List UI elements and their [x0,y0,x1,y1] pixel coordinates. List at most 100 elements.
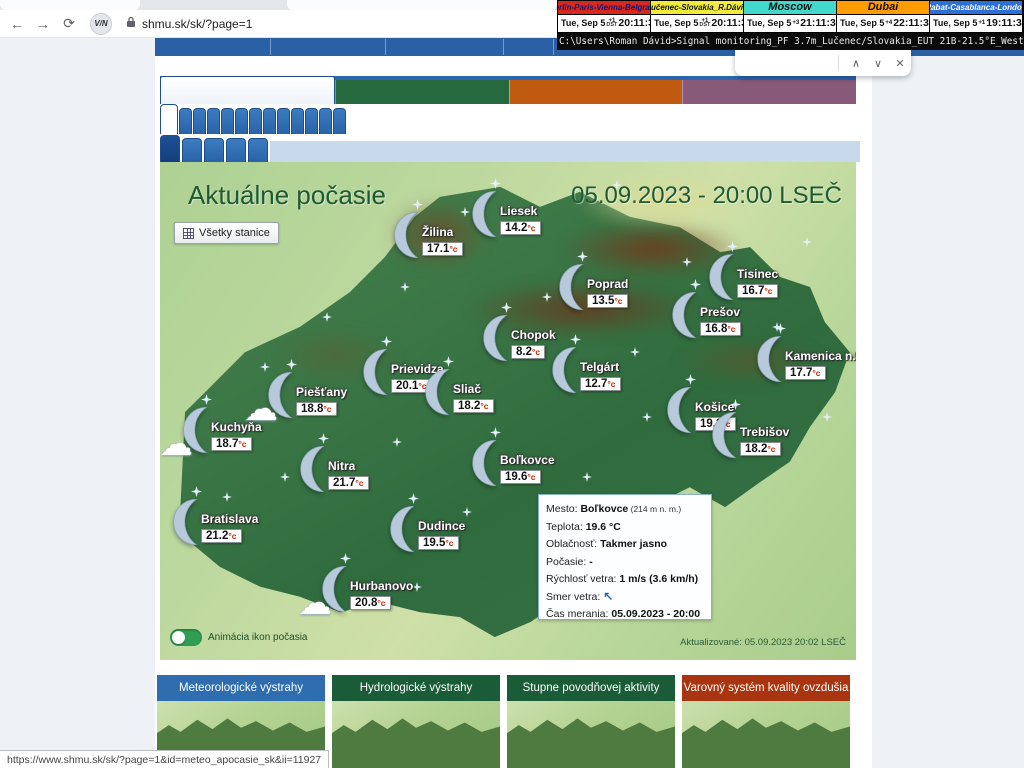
weather-station[interactable]: ☁ Dudince 19.5°c [418,519,465,551]
toggle-knob [172,631,185,644]
sub-tab[interactable] [249,108,262,134]
animation-toggle[interactable] [170,629,202,646]
sub-tab[interactable] [333,108,346,134]
weather-station[interactable]: ☁ Bratislava 21.2°c [201,512,258,544]
weather-station[interactable]: ☁ Liesek 14.2°c [500,204,541,236]
weather-station[interactable]: ☁ Kuchyňa 18.7°c [211,420,262,452]
region-tab[interactable] [248,138,268,162]
weather-station[interactable]: ☁ Prešov 16.8°c [700,305,741,337]
station-temperature: 16.7°c [737,284,778,298]
weather-station[interactable]: ☁ Telgárt 12.7°c [580,360,621,392]
sub-tab[interactable] [179,108,192,134]
sub-tab[interactable] [160,104,178,134]
clock-date: Tue, Sep 5 [933,18,977,28]
weather-station[interactable]: ☁ Sliač 18.2°c [453,382,494,414]
sub-tab[interactable] [235,108,248,134]
station-name: Liesek [500,204,541,218]
findbar-divider [838,55,839,71]
sub-tab[interactable] [193,108,206,134]
clock-date: Tue, Sep 5 [561,18,605,28]
station-temperature: 18.2°c [453,399,494,413]
region-tab[interactable] [204,138,224,162]
lock-icon[interactable] [126,15,136,33]
region-tab[interactable] [160,135,180,162]
warning-card-title[interactable]: Stupne povodňovej aktivity [507,675,675,701]
weather-station[interactable]: ☁ Poprad 13.5°c [587,277,628,309]
find-previous-button[interactable]: ∧ [845,53,867,73]
region-tab[interactable] [182,138,202,162]
weather-station[interactable]: ☁ Kamenica n.C. 17.7°c [785,349,856,381]
station-name: Tisinec [737,267,778,281]
station-temperature: 20.8°c [350,596,391,610]
station-temperature: 19.5°c [418,536,459,550]
warning-card-title[interactable]: Hydrologické výstrahy [332,675,500,701]
main-tab[interactable] [509,80,683,104]
station-name: Dudince [418,519,465,533]
clock-time-row: Tue, Sep 5 +1DST 20:11:37 [558,15,650,32]
sub-tab[interactable] [207,108,220,134]
clock-time-row: Tue, Sep 5 +1DST 20:11:37 [651,15,743,32]
updated-timestamp: Aktualizované: 05.09.2023 20:02 LSEČ [680,637,846,648]
info-row: Počasie: - [546,553,704,571]
forward-button[interactable]: → [34,15,52,33]
world-clock-overlay: Berlin-Paris-Vienna-Belgrade Tue, Sep 5 … [557,0,1024,33]
sub-tab[interactable] [277,108,290,134]
all-stations-label: Všetky stanice [199,227,270,239]
info-row: Smer vetra: ↖ [546,588,704,606]
warning-card-map[interactable] [332,701,500,768]
wind-direction-icon: ↖ [603,589,613,603]
moon-icon [661,384,701,436]
main-tab[interactable] [335,80,509,104]
moon-icon [703,251,743,303]
region-tabs-filler [270,141,860,162]
warning-card-title[interactable]: Meteorologické výstrahy [157,675,325,701]
weather-station[interactable]: ☁ Trebišov 18.2°c [740,425,789,457]
browser-tab[interactable] [287,0,557,10]
star-icon [822,412,832,422]
moon-icon [553,261,593,313]
weather-map[interactable]: Aktuálne počasie 05.09.2023 - 20:00 LSEČ… [160,162,856,660]
cloud-icon: ☁ [160,434,193,454]
find-next-button[interactable]: ∨ [867,53,889,73]
info-row: Teplota: 19.6 °C [546,518,704,536]
weather-station[interactable]: ☁ Boľkovce 19.6°c [500,453,555,485]
url-field[interactable]: shmu.sk/sk/?page=1 [142,17,252,31]
reload-button[interactable]: ⟳ [60,15,78,33]
sub-tab[interactable] [263,108,276,134]
back-button[interactable]: ← [8,15,26,33]
warning-card-map[interactable] [507,701,675,768]
main-tab[interactable] [682,80,856,104]
nav-divider [270,39,271,55]
station-temperature: 21.2°c [201,529,242,543]
station-temperature: 18.2°c [740,442,781,456]
weather-station[interactable]: ☁ Tisinec 16.7°c [737,267,778,299]
weather-station[interactable]: ☁ Hurbanovo 20.8°c [350,579,413,611]
main-tab[interactable] [160,76,335,104]
clock-date: Tue, Sep 5 [654,18,698,28]
sub-tab[interactable] [291,108,304,134]
console-bar[interactable]: C:\Users\Roman Dávid>Signal monitoring_P… [557,33,1024,50]
clock-time-row: Tue, Sep 5 +3 21:11:37 [744,15,836,32]
grid-icon [183,228,194,239]
sub-tab[interactable] [221,108,234,134]
sub-tab[interactable] [305,108,318,134]
weather-station[interactable]: ☁ Nitra 21.7°c [328,459,369,491]
warning-card-title[interactable]: Varovný systém kvality ovzdušia [682,675,850,701]
station-temperature: 14.2°c [500,221,541,235]
warning-card-map[interactable] [682,701,850,768]
clock-utc-offset: +1DST [605,19,618,28]
browser-tab[interactable] [0,0,140,10]
clock-city-label: Rabat-Casablanca-London [930,1,1022,15]
sub-tabs [160,104,872,134]
avatar[interactable]: V/N [90,13,112,35]
weather-station[interactable]: ☁ Piešťany 18.8°c [296,385,347,417]
all-stations-button[interactable]: Všetky stanice [174,222,279,244]
sub-tab[interactable] [319,108,332,134]
region-tab[interactable] [226,138,246,162]
find-close-button[interactable]: ✕ [889,53,911,73]
nav-divider [503,39,504,55]
clock-time-row: Tue, Sep 5 +1 19:11:37 [930,15,1022,32]
moon-icon [388,209,428,261]
station-name: Poprad [587,277,628,291]
weather-station[interactable]: ☁ Žilina 17.1°c [422,225,463,257]
